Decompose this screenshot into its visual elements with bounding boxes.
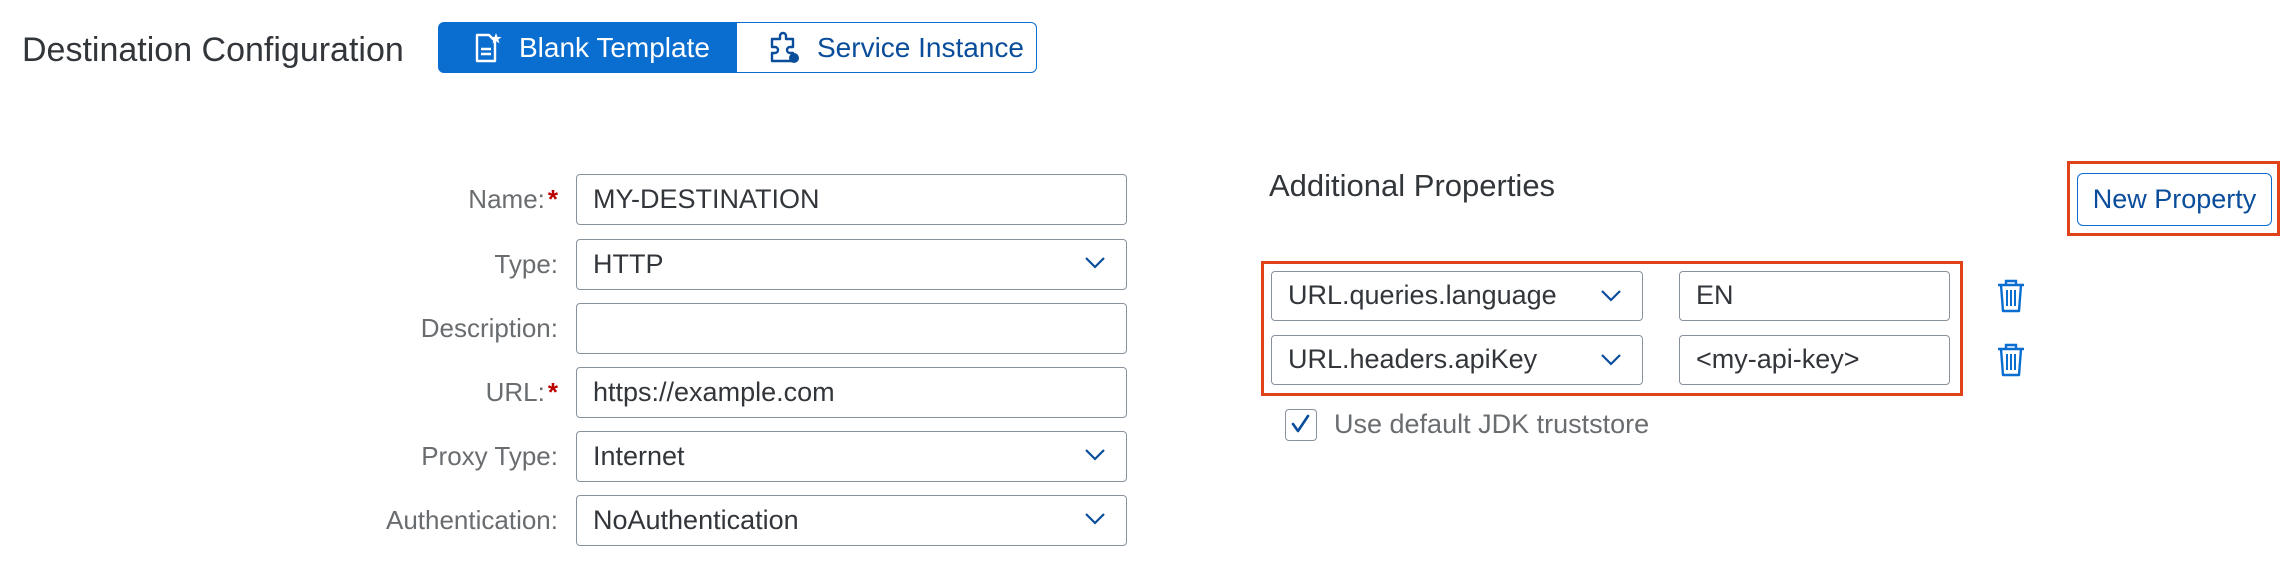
property-key-value: URL.queries.language	[1288, 280, 1557, 310]
chevron-down-icon	[1085, 513, 1105, 525]
authentication-select[interactable]: NoAuthentication	[576, 495, 1127, 546]
delete-icon[interactable]	[1995, 278, 2027, 314]
url-label: URL: *	[485, 377, 558, 407]
service-instance-icon	[770, 31, 799, 63]
chevron-down-icon	[1601, 290, 1621, 302]
blank-template-icon	[475, 32, 502, 62]
additional-properties-title: Additional Properties	[1269, 168, 1556, 203]
chevron-down-icon	[1601, 354, 1621, 366]
property-key-value: URL.headers.apiKey	[1288, 344, 1538, 374]
property-value-input[interactable]: <my-api-key>	[1679, 335, 1950, 385]
type-label: Type:	[494, 249, 558, 279]
authentication-label: Authentication:	[385, 505, 558, 535]
description-input[interactable]	[576, 303, 1127, 354]
chevron-down-icon	[1085, 257, 1105, 269]
required-indicator: *	[547, 184, 558, 214]
required-indicator: *	[547, 377, 558, 407]
service-instance-button[interactable]: Service Instance	[737, 22, 1037, 73]
type-value: HTTP	[593, 249, 664, 279]
chevron-down-icon	[1085, 449, 1105, 461]
property-key-select[interactable]: URL.headers.apiKey	[1271, 335, 1643, 385]
description-label: Description:	[420, 313, 558, 343]
page-title: Destination Configuration	[22, 31, 404, 69]
url-input[interactable]: https://example.com	[576, 367, 1127, 418]
new-property-button[interactable]: New Property	[2077, 173, 2272, 226]
checkmark-icon	[1291, 414, 1310, 433]
proxy-type-select[interactable]: Internet	[576, 431, 1127, 482]
type-select[interactable]: HTTP	[576, 239, 1127, 290]
property-key-select[interactable]: URL.queries.language	[1271, 271, 1643, 321]
name-input[interactable]: MY-DESTINATION	[576, 174, 1127, 225]
blank-template-label: Blank Template	[519, 31, 710, 63]
blank-template-button[interactable]: Blank Template	[438, 22, 737, 73]
delete-icon[interactable]	[1995, 342, 2027, 378]
proxy-type-value: Internet	[593, 441, 685, 471]
truststore-label: Use default JDK truststore	[1334, 409, 1650, 439]
template-segmented-control: Blank Template Service Instance	[438, 22, 1037, 73]
authentication-value: NoAuthentication	[593, 505, 799, 535]
truststore-checkbox[interactable]	[1285, 409, 1317, 441]
property-value-input[interactable]: EN	[1679, 271, 1950, 321]
proxy-type-label: Proxy Type:	[421, 441, 558, 471]
service-instance-label: Service Instance	[817, 31, 1024, 63]
name-label: Name: *	[468, 184, 558, 214]
